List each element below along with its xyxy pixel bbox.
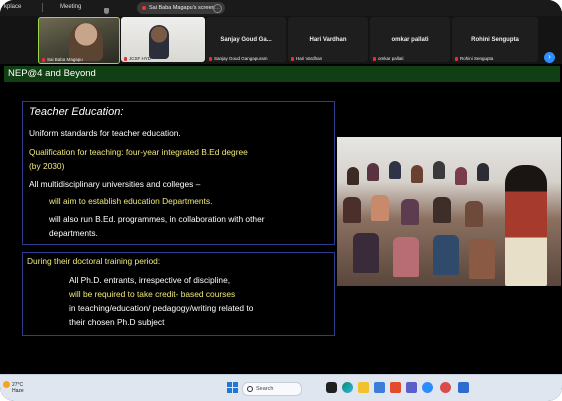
mic-muted-icon — [209, 56, 212, 61]
screen-share-label: Sai Baba Magapu's screen — [149, 5, 215, 11]
teams-icon[interactable] — [406, 382, 417, 393]
search-icon — [247, 386, 253, 392]
participant-name: omkar pallati — [378, 56, 404, 61]
participant-name: Rohini Sengupta — [460, 56, 494, 61]
store-icon[interactable] — [374, 382, 385, 393]
slide-text: All multidisciplinary universities and c… — [29, 179, 201, 189]
screen-share-indicator[interactable]: Sai Baba Magapu's screen … — [137, 2, 225, 14]
participant-tile[interactable]: Rohini Sengupta Rohini Sengupta — [452, 17, 538, 62]
app-icon[interactable] — [458, 382, 469, 393]
slide-text-highlight: (by 2030) — [29, 161, 65, 171]
participant-tile[interactable]: Sanjay Goud Ga... Sanjay Goud Gangapuram — [206, 17, 286, 62]
participant-display-name: Hari Vardhan — [309, 37, 347, 43]
office-icon[interactable] — [390, 382, 401, 393]
file-explorer-icon[interactable] — [358, 382, 369, 393]
mic-muted-icon — [373, 56, 376, 61]
weather-widget[interactable]: 27°C Haze — [3, 381, 24, 394]
slide-text: Uniform standards for teacher education. — [29, 128, 181, 138]
topbar-divider — [42, 3, 43, 12]
participant-tile[interactable]: Hari Vardhan Hari Vardhan — [288, 17, 368, 62]
next-participants-button[interactable]: › — [544, 52, 555, 63]
slide-text: in teaching/education/ pedagogy/writing … — [69, 303, 254, 313]
teacher-figure — [505, 165, 547, 286]
slide-text-highlight: will be required to take credit- based c… — [69, 289, 236, 299]
participant-name: Sai Baba Magapu — [47, 57, 83, 62]
task-view-icon[interactable] — [326, 382, 337, 393]
teacher-education-box: Teacher Education: Uniform standards for… — [22, 101, 335, 245]
slide-text: All Ph.D. entrants, irrespective of disc… — [69, 275, 231, 285]
slide-title: NEP@4 and Beyond — [4, 66, 560, 82]
slide-text: their chosen Ph.D subject — [69, 317, 165, 327]
zoom-icon[interactable] — [422, 382, 433, 393]
mic-muted-icon — [42, 57, 45, 62]
participant-display-name: Sanjay Goud Ga... — [220, 37, 272, 43]
weather-sun-icon — [3, 381, 10, 388]
doctoral-training-heading: During their doctoral training period: — [27, 256, 161, 266]
app-title: kplace — [4, 4, 22, 10]
taskbar-search-box[interactable]: Search — [242, 382, 302, 396]
participant-name: JCSF HYD — [129, 56, 152, 61]
participant-tile-video[interactable]: JCSF HYD — [121, 17, 205, 62]
meeting-topbar: kplace Meeting Sai Baba Magapu's screen … — [0, 0, 562, 16]
slide-text-highlight: Qualification for teaching: four-year in… — [29, 147, 248, 157]
participant-tile[interactable]: omkar pallati omkar pallati — [370, 17, 450, 62]
participant-video — [149, 25, 169, 59]
slide-text-highlight: will aim to establish education Departme… — [49, 196, 213, 206]
participant-tile-video[interactable]: Sai Baba Magapu — [38, 17, 120, 64]
participant-name: Sanjay Goud Gangapuram — [214, 56, 268, 61]
participant-video — [69, 23, 103, 61]
slide-text: will also run B.Ed. programmes, in colla… — [49, 214, 265, 224]
teacher-education-heading: Teacher Education: — [29, 106, 124, 118]
edge-browser-icon[interactable] — [342, 382, 353, 393]
more-options-icon[interactable]: … — [213, 4, 222, 13]
doctoral-training-box: During their doctoral training period: A… — [22, 252, 335, 336]
classroom-photo — [337, 137, 561, 286]
weather-desc: Haze — [12, 388, 24, 394]
slide-text: departments. — [49, 228, 98, 238]
mic-muted-icon — [291, 56, 294, 61]
shield-icon — [104, 8, 109, 14]
recording-dot-icon — [142, 6, 146, 10]
meeting-info-button[interactable]: Meeting — [52, 4, 109, 14]
shared-slide: NEP@4 and Beyond Teacher Education: Unif… — [0, 64, 562, 374]
windows-taskbar: 27°C Haze Search — [0, 374, 562, 401]
badge-icon[interactable] — [305, 382, 316, 393]
search-placeholder: Search — [256, 386, 274, 392]
mic-muted-icon — [124, 56, 127, 61]
mic-muted-icon — [455, 56, 458, 61]
participant-display-name: omkar pallati — [391, 37, 429, 43]
participant-name: Hari Vardhan — [296, 56, 323, 61]
participant-display-name: Rohini Sengupta — [471, 37, 519, 43]
windows-start-icon[interactable] — [227, 382, 238, 393]
screen-frame: kplace Meeting Sai Baba Magapu's screen … — [0, 0, 562, 401]
participant-strip: Sai Baba Magapu JCSF HYD Sanjay Goud Ga.… — [0, 16, 562, 64]
meeting-label: Meeting — [60, 4, 82, 10]
chrome-icon[interactable] — [440, 382, 451, 393]
